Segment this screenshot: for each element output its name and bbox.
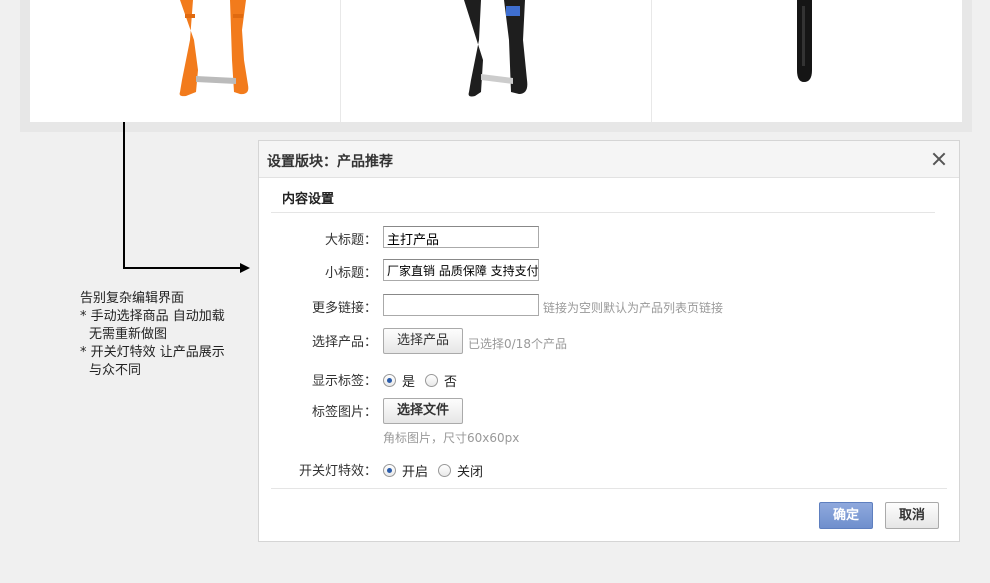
pointer-arrow-line: [123, 122, 125, 269]
more-link-label: 更多链接：: [311, 301, 377, 316]
note-line: * 手动选择商品 自动加载: [80, 309, 225, 324]
sub-title-input[interactable]: 厂家直销 品质保障 支持支付: [383, 259, 539, 281]
more-link-input[interactable]: [383, 294, 539, 316]
choose-file-button[interactable]: 选择文件: [383, 398, 463, 424]
arrow-right-icon: [240, 263, 250, 273]
divider: [271, 488, 947, 489]
section-title: 内容设置: [282, 192, 335, 207]
note-line: 告别复杂编辑界面: [80, 291, 185, 306]
main-title-label: 大标题：: [324, 233, 377, 248]
show-tag-no-radio[interactable]: [425, 374, 439, 387]
product-cell[interactable]: [341, 0, 652, 122]
light-effect-off-radio[interactable]: [438, 464, 452, 477]
note-line: * 开关灯特效 让产品展示: [80, 345, 225, 360]
orange-rivet-gun-image: [179, 0, 249, 97]
dialog-header: 设置版块：产品推荐: [259, 141, 959, 178]
radio-label[interactable]: 关闭: [457, 461, 483, 480]
pointer-arrow-line: [123, 267, 241, 269]
radio-label[interactable]: 否: [444, 371, 457, 390]
product-cell[interactable]: [30, 0, 341, 122]
select-product-label: 选择产品：: [311, 335, 377, 350]
confirm-button[interactable]: 确定: [819, 502, 873, 529]
show-tag-label: 显示标签：: [311, 374, 377, 389]
product-strip: [30, 0, 962, 122]
close-icon[interactable]: [929, 149, 949, 169]
black-tool-handle-image: [797, 0, 812, 82]
radio-label[interactable]: 是: [402, 371, 415, 390]
light-effect-radio-group: 开启 关闭: [383, 461, 493, 480]
select-product-count: 已选择0/18个产品: [468, 337, 567, 351]
feature-note: 告别复杂编辑界面 * 手动选择商品 自动加载 无需重新做图 * 开关灯特效 让产…: [80, 290, 250, 380]
black-rivet-gun-image: [464, 0, 528, 97]
settings-dialog: 设置版块：产品推荐 内容设置 大标题： 主打产品 小标题： 厂家直销 品质保障 …: [258, 140, 960, 542]
light-effect-on-radio[interactable]: [383, 464, 396, 477]
radio-label[interactable]: 开启: [402, 461, 428, 480]
show-tag-yes-radio[interactable]: [383, 374, 396, 387]
note-line: 无需重新做图: [89, 327, 168, 342]
show-tag-radio-group: 是 否: [383, 371, 467, 390]
main-title-input[interactable]: 主打产品: [383, 226, 539, 248]
cancel-button[interactable]: 取消: [885, 502, 939, 529]
divider: [271, 212, 935, 213]
tag-image-hint: 角标图片，尺寸60x60px: [383, 431, 520, 445]
product-cell[interactable]: [652, 0, 962, 122]
light-effect-label: 开关灯特效：: [298, 464, 377, 479]
note-line: 与众不同: [89, 363, 142, 378]
select-product-button[interactable]: 选择产品: [383, 328, 463, 354]
tag-image-label: 标签图片：: [311, 405, 377, 420]
more-link-hint: 链接为空则默认为产品列表页链接: [543, 301, 724, 315]
dialog-title: 设置版块：产品推荐: [267, 154, 393, 170]
sub-title-label: 小标题：: [324, 266, 377, 281]
